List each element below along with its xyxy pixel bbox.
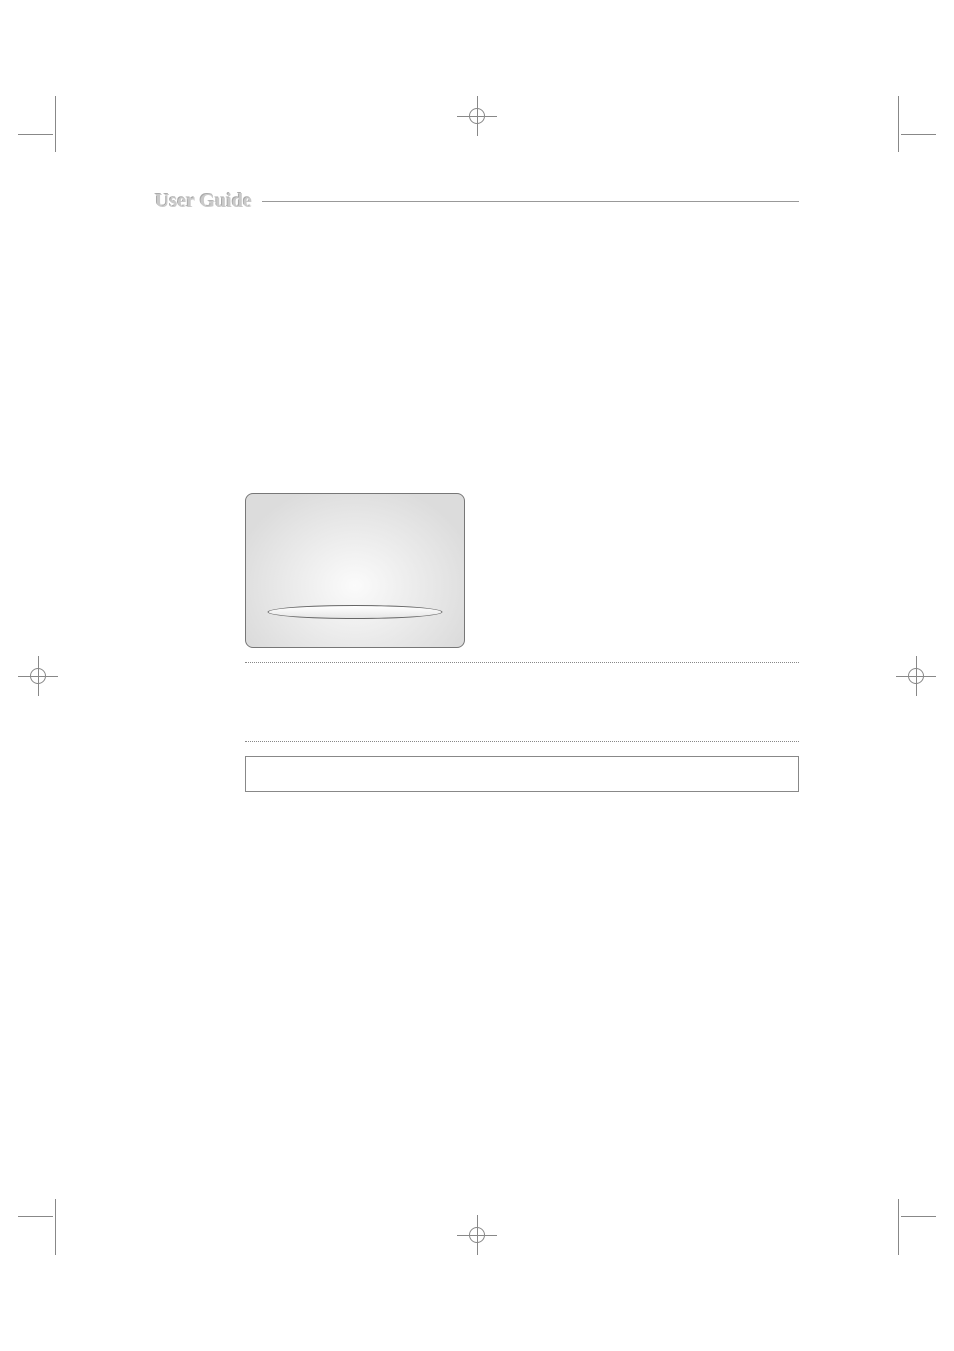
registration-mark-icon xyxy=(457,1215,497,1255)
touchpad-illustration xyxy=(245,493,465,648)
spacer xyxy=(245,677,799,727)
page-body: User Guide xyxy=(55,134,899,1217)
registration-mark-icon xyxy=(896,656,936,696)
crop-mark xyxy=(18,1216,53,1217)
crop-mark xyxy=(18,134,53,135)
content-area xyxy=(245,493,799,792)
header-rule xyxy=(262,201,799,202)
page-header: User Guide xyxy=(155,190,799,213)
touchpad-button-illustration xyxy=(268,605,443,619)
crop-mark xyxy=(901,134,936,135)
registration-mark-icon xyxy=(18,656,58,696)
crop-mark xyxy=(901,1216,936,1217)
page-title: User Guide xyxy=(155,190,252,213)
dotted-divider xyxy=(245,741,799,742)
outline-box xyxy=(245,756,799,792)
dotted-divider xyxy=(245,662,799,663)
registration-mark-icon xyxy=(457,96,497,136)
